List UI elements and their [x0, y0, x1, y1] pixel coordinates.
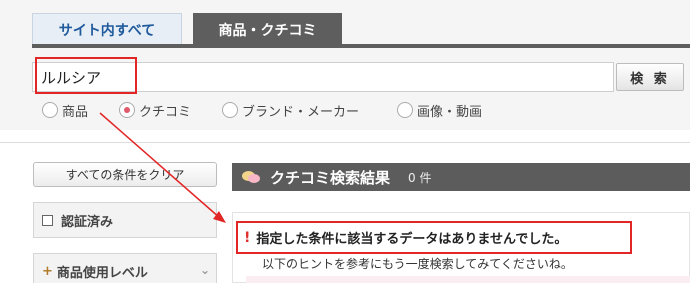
usage-level-label: 商品使用レベル: [56, 265, 148, 281]
certified-label: 認証済み: [61, 214, 114, 230]
radio-label: ブランド・メーカー: [242, 104, 360, 120]
radio-label: クチコミ: [139, 104, 192, 120]
search-button[interactable]: 検 索: [616, 63, 684, 91]
plus-icon: +: [42, 263, 53, 279]
tab-site-wide[interactable]: サイト内すべて: [32, 13, 182, 46]
results-title: クチコミ検索結果: [270, 168, 391, 187]
annotation-box-message: [236, 221, 632, 254]
radio-label: 商品: [62, 104, 89, 120]
radio-selected-icon[interactable]: [119, 102, 135, 118]
radio-circle-icon[interactable]: [397, 102, 413, 118]
radio-circle-icon[interactable]: [42, 102, 58, 118]
clear-all-conditions-button[interactable]: すべての条件をクリア: [33, 162, 217, 187]
radio-option-product[interactable]: 商品: [42, 100, 88, 120]
radio-option-brand[interactable]: ブランド・メーカー: [222, 100, 359, 120]
radio-label: 画像・動画: [417, 104, 483, 120]
results-count: 0 件: [408, 170, 432, 185]
results-header: クチコミ検索結果 0 件: [232, 163, 690, 191]
usage-level-filter[interactable]: + 商品使用レベル ⌄: [33, 253, 217, 283]
chevron-down-icon[interactable]: ⌄: [200, 263, 210, 277]
checkbox-icon[interactable]: [42, 214, 53, 226]
speech-bubbles-icon: [242, 169, 262, 185]
certified-filter[interactable]: 認証済み: [33, 202, 217, 238]
radio-circle-icon[interactable]: [222, 102, 238, 118]
radio-option-review[interactable]: クチコミ: [119, 100, 191, 120]
radio-option-media[interactable]: 画像・動画: [397, 100, 482, 120]
hint-box-top: [246, 276, 690, 283]
section-divider: [0, 142, 690, 143]
annotation-box-search: [35, 57, 137, 94]
tab-underline: [32, 44, 690, 48]
tab-products-reviews[interactable]: 商品・クチコミ: [193, 13, 342, 46]
hint-text: 以下のヒントを参考にもう一度検索してみてくださいね。: [262, 257, 573, 271]
